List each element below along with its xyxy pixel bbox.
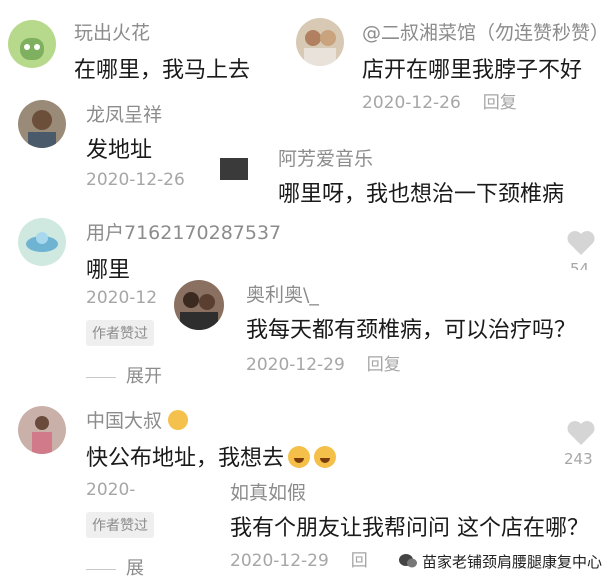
avatar[interactable] — [220, 158, 248, 180]
comment-card: 奥利奥\_ 我每天都有颈椎病，可以治疗吗？ 2020-12-29 回复 — [164, 270, 612, 384]
comment-text-content: 快公布地址，我想去 — [86, 446, 285, 471]
heart-icon[interactable] — [566, 420, 596, 450]
crying-laugh-icon — [288, 446, 311, 468]
watermark-text: 苗家老铺颈肩腰腿康复中心 — [421, 553, 602, 571]
comment-text: 哪里 — [86, 258, 131, 283]
comment-meta: 2020- — [86, 480, 135, 500]
comment-date: 2020-12 — [86, 288, 158, 308]
comment-author[interactable]: 龙凤呈祥 — [86, 100, 162, 127]
avatar[interactable] — [174, 280, 224, 330]
comment-author[interactable]: @二叔湘菜馆（勿连赞秒赞） — [362, 18, 609, 45]
comment-text: 我每天都有颈椎病，可以治疗吗？ — [246, 318, 577, 343]
expand-label: 展 — [126, 558, 144, 579]
avatar[interactable] — [18, 218, 66, 266]
comment-text: 发地址 — [86, 138, 153, 163]
comment-author[interactable]: 如真如假 — [230, 478, 306, 505]
comment-card: @二叔湘菜馆（勿连赞秒赞） 店开在哪里我脖子不好 2020-12-26 回复 — [288, 0, 612, 128]
comment-text: 店开在哪里我脖子不好 — [362, 58, 583, 83]
comment-date: 2020- — [86, 480, 136, 500]
comment-date: 2020-12-29 — [246, 355, 345, 375]
reply-button[interactable]: 回复 — [483, 93, 517, 113]
divider — [86, 376, 116, 378]
reply-button[interactable]: 回复 — [367, 355, 401, 375]
avatar[interactable] — [8, 20, 56, 68]
comment-date: 2020-12-29 — [230, 551, 329, 571]
comment-meta: 2020-12-29 回 — [230, 546, 368, 571]
wechat-icon — [398, 553, 418, 569]
watermark: 苗家老铺颈肩腰腿康复中心 — [398, 551, 602, 572]
comment-meta: 2020-12-26 — [86, 170, 185, 190]
comment-card: 阿芳爱音乐 哪里呀，我也想治一下颈椎病 — [210, 128, 612, 212]
comment-meta: 2020-12-26 回复 — [362, 88, 517, 113]
comment-author[interactable]: 用户7162170287537 — [86, 218, 281, 245]
avatar[interactable] — [296, 18, 344, 66]
comment-card: 玩出火花 在哪里，我马上去 — [0, 0, 290, 95]
avatar[interactable] — [18, 100, 66, 148]
crying-laugh-icon — [314, 446, 337, 468]
author-liked-badge: 作者赞过 — [86, 512, 154, 538]
comment-meta: 2020-12 — [86, 288, 157, 308]
author-liked-badge: 作者赞过 — [86, 320, 154, 346]
expand-replies-button[interactable]: 展开 — [86, 362, 162, 388]
expand-label: 展开 — [126, 366, 162, 387]
author-name: 中国大叔 — [86, 410, 163, 432]
comment-author[interactable]: 中国大叔 — [86, 406, 189, 433]
scared-face-icon — [168, 410, 189, 430]
avatar[interactable] — [18, 406, 66, 454]
heart-icon[interactable] — [566, 230, 596, 260]
reply-button[interactable]: 回 — [351, 551, 368, 571]
comment-author[interactable]: 奥利奥\_ — [246, 280, 319, 307]
comment-text: 在哪里，我马上去 — [74, 58, 251, 83]
comment-meta: 2020-12-29 回复 — [246, 350, 401, 375]
comment-date: 2020-12-26 — [362, 93, 461, 113]
comment-date: 2020-12-26 — [86, 170, 185, 190]
expand-replies-button[interactable]: 展 — [86, 554, 144, 580]
divider — [86, 568, 116, 570]
comment-text: 我有个朋友让我帮问问 这个店在哪？ — [230, 516, 589, 541]
like-count: 243 — [564, 450, 593, 468]
comment-author[interactable]: 玩出火花 — [74, 18, 150, 45]
comment-author[interactable]: 阿芳爱音乐 — [278, 144, 373, 171]
comment-text: 快公布地址，我想去 — [86, 440, 337, 472]
comment-text: 哪里呀，我也想治一下颈椎病 — [278, 182, 565, 207]
